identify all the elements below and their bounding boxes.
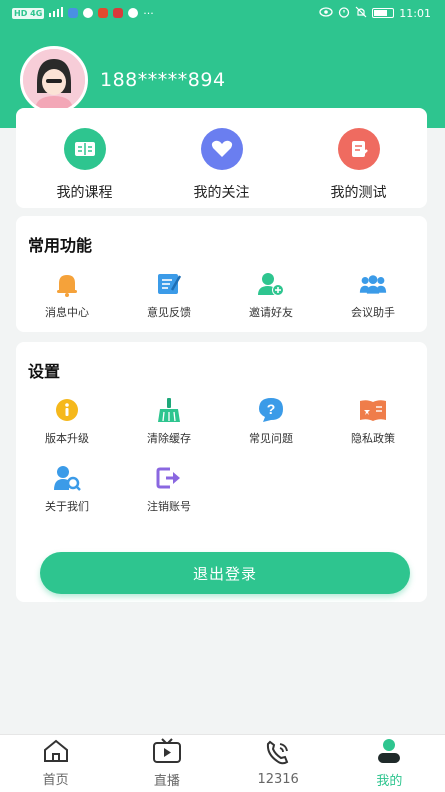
broom-icon bbox=[155, 396, 183, 424]
live-tv-icon bbox=[152, 738, 182, 768]
quick-link-label: 我的课程 bbox=[56, 185, 113, 201]
grid-label: 常见问题 bbox=[249, 432, 293, 445]
meeting-assistant-item[interactable]: 会议助手 bbox=[322, 270, 424, 320]
tab-label: 首页 bbox=[42, 773, 69, 788]
tab-mine[interactable]: 我的 bbox=[334, 735, 445, 792]
privacy-book-icon bbox=[359, 396, 387, 424]
faq-item[interactable]: ? 常见问题 bbox=[220, 396, 322, 446]
invite-user-icon bbox=[257, 270, 285, 298]
logout-button[interactable]: 退出登录 bbox=[40, 552, 410, 594]
section-title: 常用功能 bbox=[28, 236, 93, 255]
svg-text:?: ? bbox=[267, 401, 276, 417]
tab-hotline[interactable]: 12316 bbox=[223, 735, 334, 792]
meeting-icon bbox=[359, 270, 387, 298]
app4-notification-icon bbox=[128, 8, 139, 18]
tab-label: 直播 bbox=[153, 774, 180, 789]
app2-notification-icon bbox=[98, 8, 109, 18]
more-notifications-icon: ··· bbox=[143, 6, 154, 20]
home-icon bbox=[42, 739, 70, 767]
eye-icon bbox=[319, 6, 333, 20]
battery-icon bbox=[372, 8, 395, 18]
grid-label: 意见反馈 bbox=[147, 306, 191, 319]
settings-card: 设置 版本升级 清除缓存 ? 常见问题 隐私政策 关于我们 注销账号 退出登录 bbox=[16, 342, 427, 602]
grid-label: 版本升级 bbox=[45, 432, 89, 445]
quick-link-tests[interactable]: 我的测试 bbox=[304, 128, 414, 202]
message-center-item[interactable]: 消息中心 bbox=[16, 270, 118, 320]
grid-label: 清除缓存 bbox=[147, 432, 191, 445]
logout-account-icon bbox=[155, 464, 183, 492]
network-indicator: HD 4G bbox=[12, 7, 45, 19]
privacy-policy-item[interactable]: 隐私政策 bbox=[322, 396, 424, 446]
invite-friends-item[interactable]: 邀请好友 bbox=[220, 270, 322, 320]
bottom-tab-bar: 首页 直播 12316 我的 bbox=[0, 734, 445, 792]
user-profile-row[interactable]: 188*****894 bbox=[20, 46, 226, 114]
mute-icon bbox=[355, 6, 367, 21]
tab-label: 我的 bbox=[376, 774, 403, 789]
tab-live[interactable]: 直播 bbox=[111, 735, 222, 792]
clock: 11:01 bbox=[399, 6, 431, 20]
about-us-item[interactable]: 关于我们 bbox=[16, 464, 118, 514]
grid-label: 会议助手 bbox=[351, 306, 395, 319]
feedback-item[interactable]: 意见反馈 bbox=[118, 270, 220, 320]
quick-link-follows[interactable]: 我的关注 bbox=[167, 128, 277, 202]
common-functions-card: 常用功能 消息中心 意见反馈 邀请好友 会议助手 bbox=[16, 216, 427, 332]
alarm-icon bbox=[338, 6, 350, 21]
grid-label: 邀请好友 bbox=[249, 306, 293, 319]
grid-label: 隐私政策 bbox=[351, 432, 395, 445]
section-title: 设置 bbox=[28, 362, 61, 381]
status-right: 11:01 bbox=[319, 6, 431, 21]
info-icon bbox=[53, 396, 81, 424]
app3-notification-icon bbox=[113, 8, 124, 18]
chat-notification-icon bbox=[83, 8, 94, 18]
status-left: HD 4G ··· bbox=[12, 6, 154, 20]
heart-icon bbox=[200, 128, 243, 170]
tab-label: 12316 bbox=[257, 772, 299, 787]
grid-label: 消息中心 bbox=[45, 306, 89, 319]
signal-icon bbox=[49, 6, 64, 20]
tab-home[interactable]: 首页 bbox=[0, 735, 111, 792]
user-phone: 188*****894 bbox=[100, 69, 226, 91]
phone-call-icon bbox=[264, 740, 292, 770]
avatar[interactable] bbox=[20, 46, 88, 114]
question-icon: ? bbox=[257, 396, 285, 424]
quick-links-card: 我的课程 我的关注 我的测试 bbox=[16, 108, 427, 208]
deactivate-account-item[interactable]: 注销账号 bbox=[118, 464, 220, 514]
clear-cache-item[interactable]: 清除缓存 bbox=[118, 396, 220, 446]
bell-icon bbox=[53, 270, 81, 298]
app-notification-icon bbox=[68, 8, 79, 18]
grid-label: 注销账号 bbox=[147, 500, 191, 513]
grid-label: 关于我们 bbox=[45, 500, 89, 513]
quick-link-label: 我的测试 bbox=[330, 185, 387, 201]
test-icon bbox=[337, 128, 380, 170]
status-bar: HD 4G ··· 11:01 bbox=[0, 0, 445, 26]
profile-icon bbox=[376, 738, 402, 768]
version-upgrade-item[interactable]: 版本升级 bbox=[16, 396, 118, 446]
about-user-icon bbox=[53, 464, 81, 492]
feedback-icon bbox=[155, 270, 183, 298]
quick-link-courses[interactable]: 我的课程 bbox=[30, 128, 140, 202]
book-icon bbox=[63, 128, 106, 170]
quick-link-label: 我的关注 bbox=[193, 185, 250, 201]
